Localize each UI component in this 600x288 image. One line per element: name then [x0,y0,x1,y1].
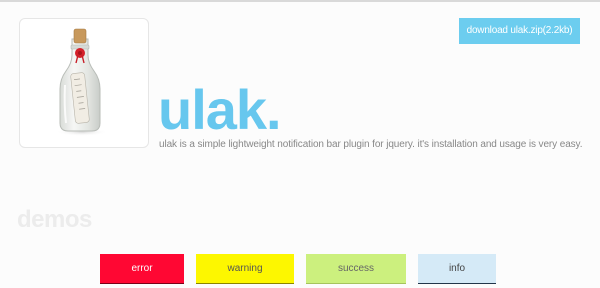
logo-card [19,18,149,148]
info-demo-button[interactable]: info [418,254,496,284]
top-divider [0,0,600,2]
error-demo-button[interactable]: error [100,254,184,284]
download-button[interactable]: download ulak.zip(2.2kb) [459,18,580,44]
warning-demo-button[interactable]: warning [196,254,294,284]
success-demo-button[interactable]: success [306,254,406,284]
demos-heading: demos [17,206,92,233]
tagline: ulak is a simple lightweight notificatio… [159,139,583,150]
message-in-a-bottle-icon [56,28,108,136]
page-title: ulak. [158,78,282,141]
